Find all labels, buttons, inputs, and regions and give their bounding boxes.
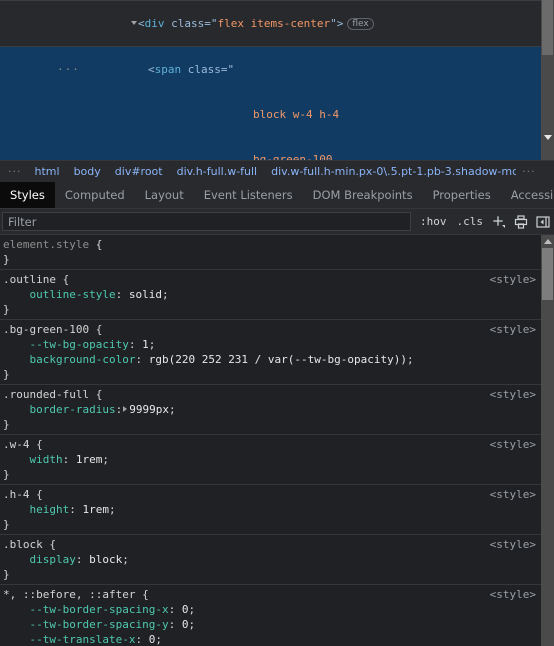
stylesheet-origin-link[interactable]: <style> [490,437,536,452]
css-selector[interactable]: element.style [3,238,89,251]
devtools-elements-panel: <div class="flex items-center"> flex ··· <… [0,0,554,646]
dom-collapsed-dots-icon[interactable]: ··· [53,62,148,77]
css-property-name[interactable]: outline-style [30,288,116,301]
dom-attr-name: class [187,63,221,76]
css-property-name[interactable]: width [30,453,63,466]
css-property-name[interactable]: display [30,553,76,566]
tab-dom-breakpoints-label: DOM Breakpoints [312,188,413,202]
css-selector[interactable]: .bg-green-100 [3,323,89,336]
css-property-value[interactable]: block [89,553,122,566]
breadcrumb-overflow-left[interactable]: ··· [2,165,28,178]
dom-tree-panel[interactable]: <div class="flex items-center"> flex ··· <… [0,0,554,160]
css-property-value[interactable]: 1rem [83,503,110,516]
css-selector[interactable]: *, ::before, ::after [3,588,135,601]
breadcrumb-item-html[interactable]: html [28,165,67,178]
tab-event-listeners-label: Event Listeners [203,188,293,202]
new-style-rule-button[interactable] [488,212,510,232]
tab-computed-label: Computed [64,188,125,202]
hov-toggle-button[interactable]: :hov [415,215,452,228]
dom-tree-scroll-area[interactable]: <div class="flex items-center"> flex ··· <… [0,0,541,160]
css-property-name[interactable]: height [30,503,70,516]
css-property-name[interactable]: background-color [30,353,136,366]
css-rule-outline[interactable]: <style> .outline { outline-style: solid;… [0,270,541,320]
tab-computed[interactable]: Computed [55,182,135,208]
stylesheet-origin-link[interactable]: <style> [490,272,536,287]
breadcrumb-item-div-w-full-h-min[interactable]: div.w-full.h-min.px-0\.5.pt-1.pb-3.shado… [264,165,516,178]
breadcrumb: ··· html body div#root div.h-full.w-full… [0,160,554,182]
css-property-name[interactable]: --tw-border-spacing-x [30,603,169,616]
stylesheet-origin-link[interactable]: <style> [490,487,536,502]
styles-scroll-area[interactable]: element.style { } <style> .outline { out… [0,235,541,646]
expand-triangle-icon[interactable] [130,21,137,25]
css-rule-universal[interactable]: <style> *, ::before, ::after { --tw-bord… [0,585,541,646]
stylesheet-origin-link[interactable]: <style> [490,537,536,552]
styles-scrollbar-thumb[interactable] [542,248,553,300]
css-selector[interactable]: .w-4 [3,438,30,451]
breadcrumb-overflow-right[interactable]: ··· [516,165,542,178]
stylesheet-origin-link[interactable]: <style> [490,322,536,337]
styles-toolbar: :hov .cls [0,209,554,235]
filter-input[interactable] [2,212,411,231]
css-property-name[interactable]: --tw-border-spacing-y [30,618,169,631]
tab-dom-breakpoints[interactable]: DOM Breakpoints [303,182,423,208]
styles-scrollbar[interactable] [541,235,554,646]
css-rule-element-style[interactable]: element.style { } [0,235,541,270]
dom-row-class-value-line[interactable]: bg-green-100 [0,137,541,160]
dom-row-div-flex-items-center[interactable]: <div class="flex items-center"> flex [0,0,541,47]
sidebar-tab-bar: Styles Computed Layout Event Listeners D… [0,182,554,209]
cls-toggle-button[interactable]: .cls [452,215,489,228]
breadcrumb-item-body[interactable]: body [67,165,108,178]
css-selector[interactable]: .outline [3,273,56,286]
css-property-value[interactable]: 9999px [129,403,169,416]
toggle-sidebar-icon[interactable] [532,212,554,232]
css-rule-bg-green-100[interactable]: <style> .bg-green-100 { --tw-bg-opacity:… [0,320,541,385]
scroll-up-arrow-icon[interactable] [541,238,554,244]
tab-layout[interactable]: Layout [135,182,194,208]
tab-properties[interactable]: Properties [423,182,501,208]
dom-row-class-value-line[interactable]: block w-4 h-4 [0,92,541,137]
tab-layout-label: Layout [144,188,184,202]
scroll-down-arrow-icon[interactable] [541,134,554,142]
css-rule-block[interactable]: <style> .block { display: block; } [0,535,541,585]
dom-tag-name: div [144,17,165,30]
css-property-name[interactable]: --tw-translate-x [30,633,136,646]
css-selector[interactable]: .h-4 [3,488,30,501]
breadcrumb-item-div-root[interactable]: div#root [108,165,170,178]
tab-styles[interactable]: Styles [0,182,55,208]
dom-attr-value: flex items-center [217,17,331,30]
css-property-value[interactable]: 1rem [76,453,103,466]
stylesheet-origin-link[interactable]: <style> [490,387,536,402]
css-selector[interactable]: .rounded-full [3,388,89,401]
css-rule-h-4[interactable]: <style> .h-4 { height: 1rem; } [0,485,541,535]
css-rule-rounded-full[interactable]: <style> .rounded-full { border-radius: 99… [0,385,541,435]
tab-accessibility-label: Accessibility [510,188,554,202]
dom-class-token: bg-green-100 [252,153,333,160]
dom-tree-scrollbar-thumb[interactable] [542,0,553,55]
tab-accessibility[interactable]: Accessibility [501,182,554,208]
expand-shorthand-icon[interactable] [123,406,128,412]
dom-attr-name: class [171,17,205,30]
dom-tree-scrollbar[interactable] [541,0,554,160]
tab-properties-label: Properties [432,188,491,202]
flex-badge[interactable]: flex [347,18,374,30]
css-rule-w-4[interactable]: <style> .w-4 { width: 1rem; } [0,435,541,485]
css-property-name[interactable]: border-radius [30,403,116,416]
stylesheet-origin-link[interactable]: <style> [490,587,536,602]
print-styles-icon[interactable] [510,212,532,232]
dom-row-span-open[interactable]: ··· <span class=" [0,47,541,92]
dom-class-token: block w-4 h-4 [252,108,340,121]
css-property-value[interactable]: solid [129,288,162,301]
breadcrumb-item-div-h-full-w-full[interactable]: div.h-full.w-full [170,165,265,178]
css-property-value[interactable]: 1 [142,338,149,351]
tab-styles-label: Styles [10,188,45,202]
tab-event-listeners[interactable]: Event Listeners [194,182,303,208]
css-selector[interactable]: .block [3,538,43,551]
styles-pane[interactable]: element.style { } <style> .outline { out… [0,235,554,646]
css-property-name[interactable]: --tw-bg-opacity [30,338,129,351]
css-property-value[interactable]: rgb(220 252 231 / var(--tw-bg-opacity)) [149,353,407,366]
dom-tag-name: span [154,63,182,76]
